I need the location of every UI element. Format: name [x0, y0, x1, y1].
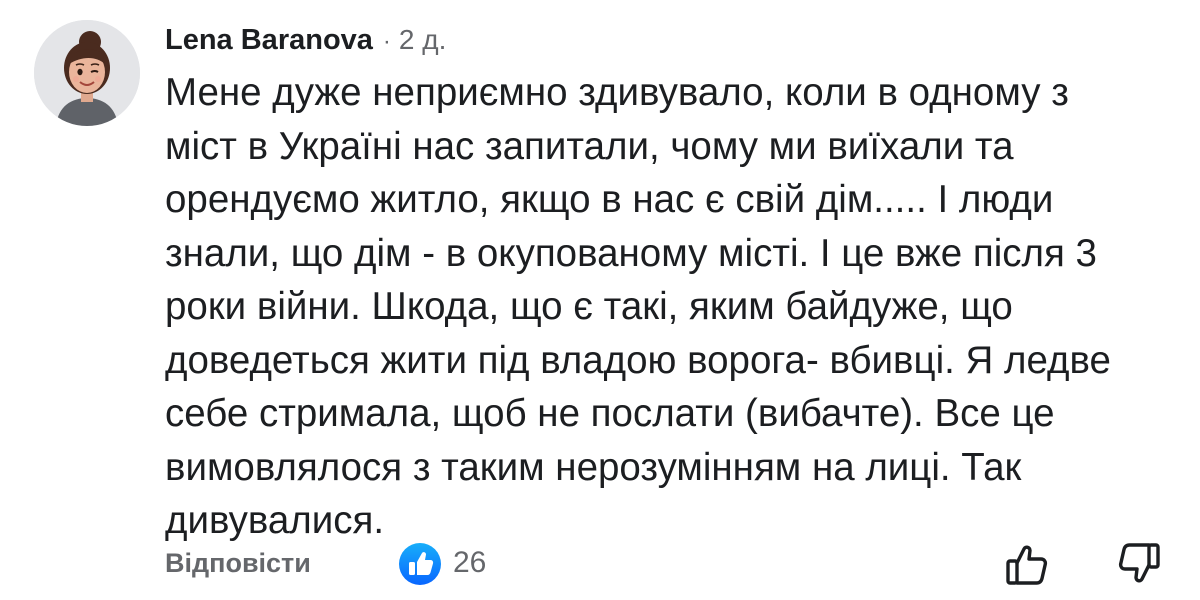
comment-text-line: себе стримала, щоб не послати (вибачте).…	[165, 392, 1055, 435]
like-count: 26	[453, 546, 487, 579]
like-reaction-icon[interactable]	[398, 542, 442, 586]
comment-text: Мене дуже неприємно здивувало, коли в од…	[165, 66, 1155, 548]
avatar-image	[34, 20, 140, 126]
comment-actions: Відповісти 26	[165, 540, 1160, 590]
comment-card: Lena Baranova · 2 д. Мене дуже неприємно…	[0, 0, 1200, 600]
reply-button[interactable]: Відповісти	[165, 548, 311, 579]
comment-text-line: знали, що дім - в окупованому місті. І ц…	[165, 231, 1097, 275]
meta-separator: ·	[382, 28, 391, 55]
comment-text-line: доведеться жити під владою ворога- вбивц…	[165, 338, 1111, 382]
comment-text-line: вимовлялося з таким нерозумінням на лиці…	[165, 445, 1022, 489]
author-name[interactable]: Lena Baranova	[165, 24, 373, 57]
thumbs-down-icon[interactable]	[1115, 540, 1163, 588]
comment-header: Lena Baranova · 2 д.	[165, 24, 446, 57]
comment-text-line: роки війни. Шкода, що є такі, яким байду…	[165, 285, 1013, 328]
comment-text-line: орендуємо житло, якщо в нас є свій дім..…	[165, 178, 1054, 221]
comment-timestamp[interactable]: 2 д.	[399, 24, 446, 56]
thumbs-up-icon[interactable]	[1003, 540, 1051, 588]
comment-text-line: Мене дуже неприємно здивувало, коли в од…	[165, 71, 1069, 114]
comment-text-line: міст в Україні нас запитали, чому ми виї…	[165, 124, 1014, 168]
avatar[interactable]	[34, 20, 140, 126]
